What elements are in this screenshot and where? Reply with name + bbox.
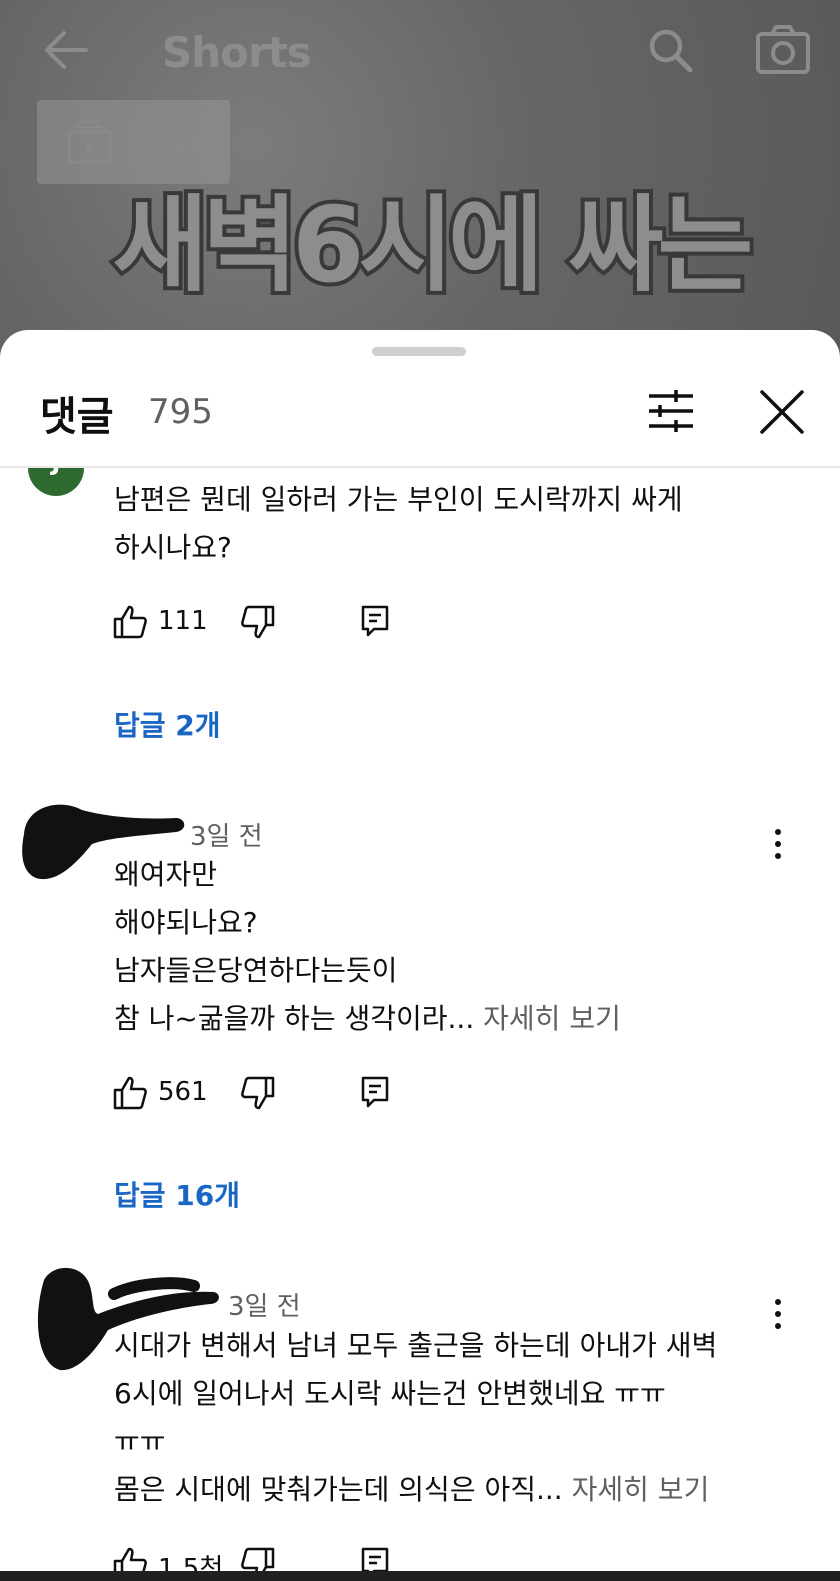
top-bar: Shorts <box>0 0 840 110</box>
comment-line: 하시나요? <box>114 531 232 564</box>
comment-body: 왜여자만 해야되나요? 남자들은당연하다는듯이 참 나~굶을까 하는 생각이라.… <box>114 851 621 1043</box>
more-vertical-icon <box>775 829 781 835</box>
comment-timestamp: 3일 전 <box>190 822 263 852</box>
like-count: 561 <box>158 1077 208 1107</box>
comment-line: 남편은 뭔데 일하러 가는 부인이 도시락까지 싸게 <box>114 483 683 516</box>
comment-line: 몸은 시대에 맞춰가는데 의식은 아직... 자세히 보기 <box>114 1466 717 1514</box>
back-button[interactable] <box>38 25 94 75</box>
subscribe-button[interactable]: 구독 <box>37 100 230 184</box>
comment-line-text: 몸은 시대에 맞춰가는데 의식은 아직... <box>114 1473 563 1506</box>
more-vertical-icon <box>775 1299 781 1305</box>
read-more-link[interactable]: 자세히 보기 <box>572 1473 710 1506</box>
comment-line: 해야되나요? <box>114 906 258 939</box>
comment-line: 참 나~굶을까 하는 생각이라... 자세히 보기 <box>114 995 621 1043</box>
comments-header: 댓글 795 <box>0 360 840 468</box>
camera-button[interactable] <box>755 24 811 76</box>
drag-handle[interactable] <box>372 347 466 356</box>
comment-line-text: 참 나~굶을까 하는 생각이라... <box>114 1002 475 1035</box>
comment-line: 남자들은당연하다는듯이 <box>114 954 398 987</box>
comment-line: ㅠㅠ <box>114 1425 166 1458</box>
close-icon <box>760 390 804 434</box>
comments-sheet: 댓글 795 J <box>0 330 840 1581</box>
sliders-icon <box>649 390 693 432</box>
search-icon <box>649 29 693 73</box>
comment-list[interactable]: J 남편은 뭔데 일하러 가는 부인이 도시락까지 싸게 하시나요? 111 <box>0 468 840 1581</box>
comment-line: 왜여자만 <box>114 858 218 891</box>
avatar[interactable]: J <box>28 468 84 496</box>
comment-body: 남편은 뭔데 일하러 가는 부인이 도시락까지 싸게 하시나요? <box>114 476 683 572</box>
page-title: Shorts <box>162 28 312 77</box>
comments-title: 댓글 <box>40 394 114 440</box>
search-button[interactable] <box>646 26 696 76</box>
avatar-initial: J <box>28 468 84 476</box>
comment-actions: 111 <box>112 604 412 644</box>
thumbs-up-icon[interactable] <box>112 604 148 640</box>
comment-more-button[interactable] <box>766 1296 790 1336</box>
reply-icon[interactable] <box>360 604 390 638</box>
video-overlay-caption: 새벽6시에 싸는 <box>109 180 758 310</box>
reply-icon[interactable] <box>360 1075 390 1109</box>
camera-icon <box>756 25 810 74</box>
view-replies-button[interactable]: 답글 2개 <box>114 704 221 744</box>
thumbs-down-icon[interactable] <box>240 604 276 640</box>
thumbs-up-icon[interactable] <box>112 1075 148 1111</box>
comment-actions: 561 <box>112 1075 412 1115</box>
thumbs-down-icon[interactable] <box>240 1075 276 1111</box>
subscribe-label: 구독 <box>169 129 221 162</box>
comment-more-button[interactable] <box>766 826 790 866</box>
comment-line: 6시에 일어나서 도시락 싸는건 안변했네요 ㅠㅠ <box>114 1377 666 1410</box>
subscriptions-icon <box>67 120 113 164</box>
comment-line: 시대가 변해서 남녀 모두 출근을 하는데 아내가 새벽 <box>114 1329 718 1362</box>
view-replies-button[interactable]: 답글 16개 <box>114 1174 240 1214</box>
comments-count: 795 <box>148 392 213 432</box>
system-nav-bar <box>0 1571 840 1581</box>
comment-timestamp: 3일 전 <box>228 1292 301 1322</box>
comment-more-button[interactable] <box>766 468 790 500</box>
arrow-left-icon <box>45 31 88 69</box>
comment-body: 시대가 변해서 남녀 모두 출근을 하는데 아내가 새벽 6시에 일어나서 도시… <box>114 1322 717 1514</box>
close-comments-button[interactable] <box>758 388 806 436</box>
read-more-link[interactable]: 자세히 보기 <box>483 1002 621 1035</box>
like-count: 111 <box>158 606 208 636</box>
sort-filter-button[interactable] <box>646 388 696 434</box>
